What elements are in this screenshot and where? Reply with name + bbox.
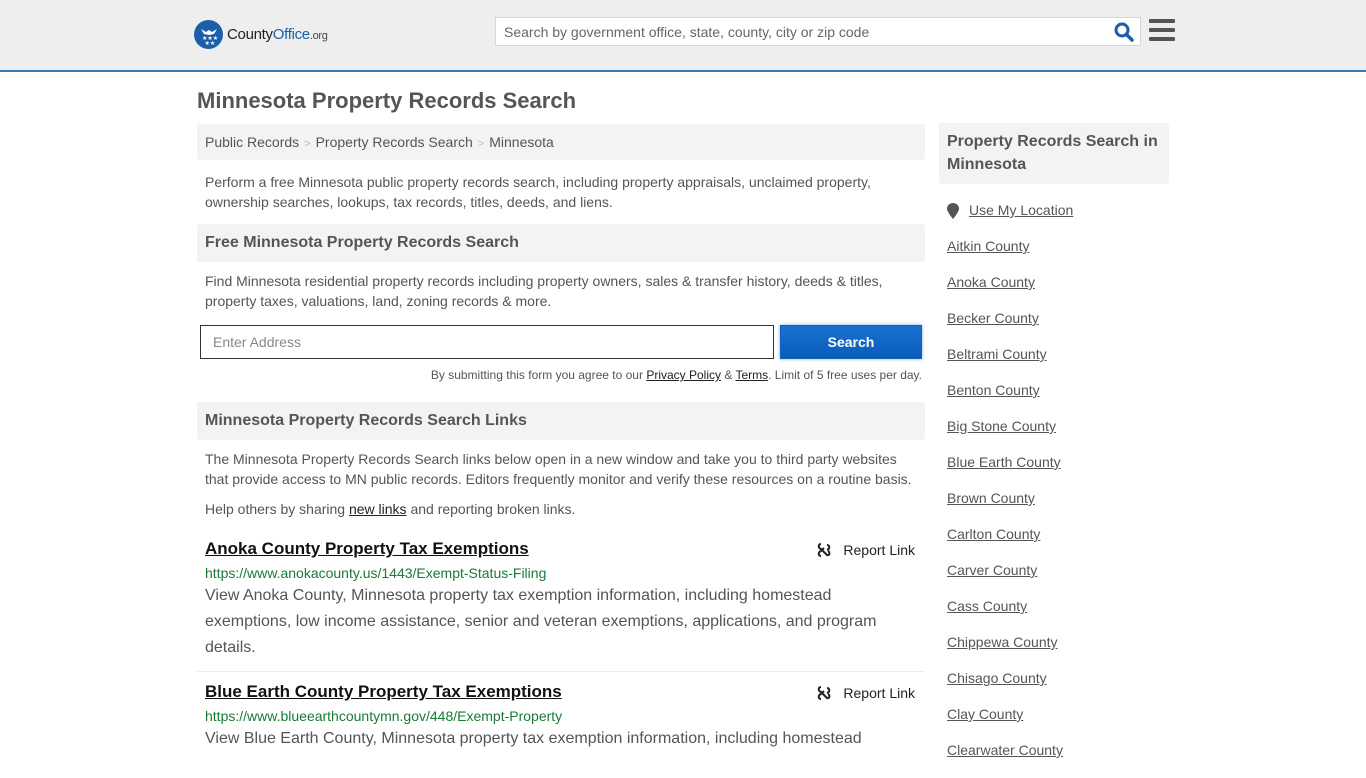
form-disclaimer: By submitting this form you agree to our… (197, 368, 925, 382)
link-description: View Blue Earth County, Minnesota proper… (205, 730, 862, 747)
broken-link-icon (818, 686, 831, 700)
address-search-form: Search (197, 325, 925, 359)
search-button[interactable]: Search (780, 325, 922, 359)
logo-wordmark: CountyOffice.org (227, 26, 328, 43)
breadcrumb-current: Minnesota (489, 134, 554, 150)
svg-text:★★: ★★ (204, 40, 215, 46)
search-icon[interactable] (1114, 22, 1134, 42)
free-search-description: Find Minnesota residential property reco… (205, 273, 883, 309)
terms-link[interactable]: Terms (735, 368, 768, 382)
county-link-big-stone[interactable]: Big Stone County (947, 418, 1056, 434)
main-content: Public Records > Property Records Search > M… (197, 124, 925, 762)
breadcrumb-property-records-search[interactable]: Property Records Search (316, 134, 473, 150)
help-pre: Help others by sharing (205, 501, 349, 517)
help-text: Help others by sharing new links and rep… (197, 499, 925, 519)
links-section-title: Minnesota Property Records Search Links (197, 402, 925, 440)
county-link-brown[interactable]: Brown County (947, 490, 1035, 506)
report-link-button[interactable]: Report Link (816, 685, 915, 701)
county-link-chisago[interactable]: Chisago County (947, 670, 1047, 686)
county-link-aitkin[interactable]: Aitkin County (947, 238, 1029, 254)
county-list: Use My Location Aitkin County Anoka Coun… (939, 202, 1169, 778)
county-link-benton[interactable]: Benton County (947, 382, 1040, 398)
use-my-location-item: Use My Location (947, 202, 1169, 238)
report-link-label: Report Link (843, 685, 915, 701)
page-title: Minnesota Property Records Search (197, 88, 577, 113)
use-my-location-link[interactable]: Use My Location (969, 202, 1073, 218)
link-title[interactable]: Blue Earth County Property Tax Exemption… (205, 682, 562, 702)
broken-link-icon (818, 543, 831, 557)
county-link-carver[interactable]: Carver County (947, 562, 1037, 578)
county-link-chippewa[interactable]: Chippewa County (947, 634, 1058, 650)
county-link-anoka[interactable]: Anoka County (947, 274, 1035, 290)
privacy-policy-link[interactable]: Privacy Policy (646, 368, 721, 382)
county-link-blue-earth[interactable]: Blue Earth County (947, 454, 1061, 470)
breadcrumb-separator: > (477, 138, 485, 150)
eagle-stars-icon: ★★★ ★★ (194, 20, 223, 49)
hamburger-menu-icon[interactable] (1149, 19, 1175, 43)
link-url: https://www.blueearthcountymn.gov/448/Ex… (205, 708, 563, 724)
map-pin-icon (947, 203, 959, 219)
sidebar: Property Records Search in Minnesota Use… (939, 123, 1169, 778)
report-link-button[interactable]: Report Link (816, 542, 915, 558)
free-search-title: Free Minnesota Property Records Search (197, 224, 925, 262)
link-url: https://www.anokacounty.us/1443/Exempt-S… (205, 565, 547, 581)
county-link-carlton[interactable]: Carlton County (947, 526, 1040, 542)
link-entry: Anoka County Property Tax Exemptions Rep… (197, 539, 925, 672)
county-link-becker[interactable]: Becker County (947, 310, 1039, 326)
links-section-description: The Minnesota Property Records Search li… (205, 451, 912, 487)
new-links-link[interactable]: new links (349, 501, 407, 517)
breadcrumb-public-records[interactable]: Public Records (205, 134, 299, 150)
county-link-beltrami[interactable]: Beltrami County (947, 346, 1047, 362)
county-link-clay[interactable]: Clay County (947, 706, 1023, 722)
disclaimer-text: By submitting this form you agree to our (430, 368, 647, 382)
disclaimer-limit: . Limit of 5 free uses per day. (768, 368, 922, 382)
link-entry: Blue Earth County Property Tax Exemption… (197, 682, 925, 762)
disclaimer-amp: & (721, 368, 736, 382)
breadcrumb: Public Records > Property Records Search > M… (197, 124, 925, 160)
site-header: ★★★ ★★ CountyOffice.org (0, 0, 1366, 72)
address-input[interactable] (200, 325, 774, 359)
intro-text: Perform a free Minnesota public property… (205, 174, 871, 210)
breadcrumb-separator: > (304, 138, 311, 150)
county-link-cass[interactable]: Cass County (947, 598, 1027, 614)
site-search-input[interactable] (496, 18, 1096, 45)
help-post: and reporting broken links. (406, 501, 576, 517)
sidebar-title: Property Records Search in Minnesota (939, 123, 1169, 184)
link-description: View Anoka County, Minnesota property ta… (205, 587, 877, 656)
report-link-label: Report Link (843, 542, 915, 558)
county-link-clearwater[interactable]: Clearwater County (947, 742, 1063, 758)
site-logo[interactable]: ★★★ ★★ CountyOffice.org (194, 20, 328, 49)
link-title[interactable]: Anoka County Property Tax Exemptions (205, 539, 529, 559)
site-search (495, 17, 1141, 46)
